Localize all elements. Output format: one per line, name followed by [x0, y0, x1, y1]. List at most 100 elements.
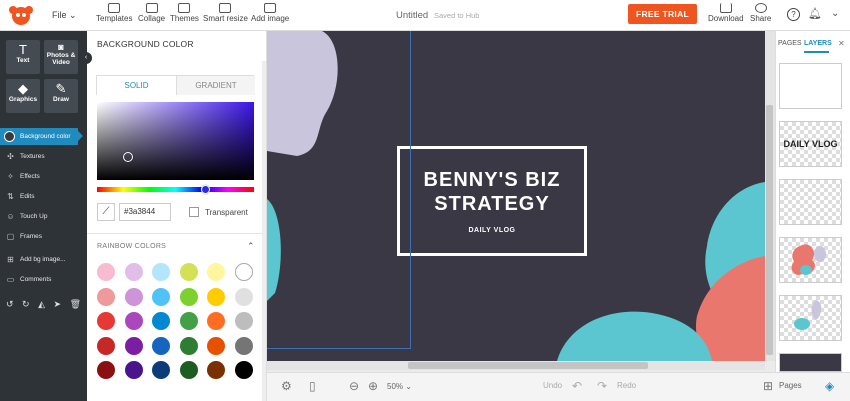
color-swatch[interactable] [234, 336, 253, 355]
file-menu[interactable]: File ⌄ [52, 10, 77, 21]
sidebar-item-comments[interactable]: ▭ Comments [0, 271, 87, 288]
collage-button[interactable]: Collage [138, 3, 165, 23]
mobile-view-icon[interactable]: ▯ [309, 379, 316, 393]
layer-thumb-text[interactable]: DAILY VLOG [779, 121, 842, 167]
horizontal-scroll-thumb[interactable] [408, 362, 648, 369]
close-icon[interactable]: ✕ [838, 39, 845, 48]
color-swatch[interactable] [97, 263, 115, 281]
zoom-level[interactable]: 50% ⌄ [387, 382, 412, 391]
help-icon[interactable]: ? [787, 8, 800, 21]
sidebar-item-background-color[interactable]: Background color [0, 128, 83, 145]
tab-layers[interactable]: LAYERS [804, 40, 832, 47]
collapse-panel-icon[interactable]: ‹ [80, 52, 92, 64]
app-logo-icon[interactable] [7, 4, 35, 26]
hex-color-input[interactable]: #3a3844 [119, 203, 171, 221]
color-swatch[interactable] [124, 361, 143, 379]
sidebar-item-edits[interactable]: ⇅ Edits [0, 188, 87, 205]
saturation-knob[interactable] [123, 152, 133, 162]
sidebar-item-touch-up[interactable]: ☺ Touch Up [0, 208, 87, 225]
graphics-tool-button[interactable]: ◆ Graphics [6, 79, 40, 113]
color-swatch[interactable] [234, 263, 253, 281]
layer-thumb-frame[interactable] [779, 179, 842, 225]
user-menu-chevron-icon[interactable]: ⌄ [831, 8, 839, 19]
tab-gradient[interactable]: GRADIENT [176, 76, 255, 95]
photos-video-tool-button[interactable]: ◙ Photos & Video [44, 40, 78, 74]
sidebar-item-effects[interactable]: ✧ Effects [0, 168, 87, 185]
saturation-picker[interactable] [97, 102, 254, 180]
hue-slider[interactable] [97, 187, 254, 192]
send-icon[interactable]: ➤ [54, 299, 62, 311]
rotate-left-icon[interactable]: ↺ [6, 299, 14, 311]
color-swatch[interactable] [179, 263, 198, 281]
chevron-up-icon[interactable]: ⌃ [247, 241, 255, 252]
color-swatch[interactable] [234, 312, 253, 330]
zoom-in-icon[interactable]: ⊕ [368, 379, 378, 393]
color-swatch[interactable] [152, 361, 170, 379]
color-swatch[interactable] [207, 263, 225, 281]
pages-button[interactable]: Pages [779, 381, 802, 390]
download-button[interactable]: Download [708, 3, 744, 23]
color-swatch[interactable] [97, 361, 115, 379]
free-trial-button[interactable]: FREE TRIAL [628, 4, 697, 24]
color-swatch[interactable] [207, 361, 225, 379]
color-swatch[interactable] [152, 312, 170, 330]
undo-icon[interactable]: ↶ [572, 379, 582, 393]
pages-icon[interactable]: ⊞ [763, 379, 773, 393]
color-swatch[interactable] [179, 336, 198, 355]
hue-knob[interactable] [201, 185, 210, 194]
color-swatch[interactable] [179, 287, 198, 306]
color-swatch[interactable] [152, 263, 170, 281]
color-swatch[interactable] [97, 312, 115, 330]
draw-tool-button[interactable]: ✎ Draw [44, 79, 78, 113]
flip-icon[interactable]: ◭ [38, 299, 45, 311]
layer-thumb-blob-2[interactable] [779, 295, 842, 341]
share-button[interactable]: Share [750, 3, 771, 23]
zoom-out-icon[interactable]: ⊖ [349, 379, 359, 393]
color-swatch[interactable] [124, 336, 143, 355]
sidebar-item-textures[interactable]: ✣ Textures [0, 148, 87, 165]
tab-pages[interactable]: PAGES [778, 40, 802, 47]
layers-icon[interactable]: ◈ [825, 379, 834, 393]
title-line-2[interactable]: STRATEGY [400, 193, 584, 216]
color-swatch[interactable] [152, 287, 170, 306]
redo-button[interactable]: Redo [617, 381, 636, 390]
layer-thumb-blob-1[interactable] [779, 237, 842, 283]
layer-thumb-background-color[interactable] [779, 353, 842, 372]
color-swatch[interactable] [124, 312, 143, 330]
redo-icon[interactable]: ↷ [597, 379, 607, 393]
color-swatch[interactable] [124, 287, 143, 306]
color-swatch[interactable] [152, 336, 170, 355]
trash-icon[interactable]: 🗑︎ [70, 299, 81, 311]
rotate-right-icon[interactable]: ↻ [22, 299, 30, 311]
templates-button[interactable]: Templates [96, 3, 132, 23]
eyedropper-icon[interactable]: ⟋ [97, 203, 115, 221]
color-swatch[interactable] [234, 287, 253, 306]
add-image-button[interactable]: Add image [251, 3, 289, 23]
smart-resize-button[interactable]: Smart resize [203, 3, 248, 23]
subtitle[interactable]: DAILY VLOG [400, 227, 584, 234]
color-swatch[interactable] [124, 263, 143, 281]
transparent-checkbox[interactable] [189, 207, 199, 217]
color-swatch[interactable] [97, 336, 115, 355]
title-frame[interactable]: BENNY'S BIZ STRATEGY DAILY VLOG [397, 146, 587, 256]
sidebar-item-frames[interactable]: ▢ Frames [0, 228, 87, 245]
color-swatch[interactable] [234, 361, 253, 379]
tab-solid[interactable]: SOLID [97, 76, 176, 95]
color-swatch[interactable] [97, 287, 115, 306]
color-swatch[interactable] [179, 361, 198, 379]
color-swatch[interactable] [207, 287, 225, 306]
color-swatch[interactable] [207, 312, 225, 330]
themes-button[interactable]: Themes [170, 3, 199, 23]
color-swatch[interactable] [179, 312, 198, 330]
bell-icon[interactable]: 🔔︎ [808, 7, 822, 20]
sidebar-item-add-bg-image[interactable]: ⊞ Add bg image... [0, 251, 87, 268]
document-title[interactable]: Untitled [396, 10, 428, 21]
vertical-scroll-thumb[interactable] [766, 105, 773, 355]
undo-button[interactable]: Undo [543, 381, 562, 390]
settings-gear-icon[interactable]: ⚙ [281, 379, 292, 393]
text-tool-button[interactable]: T Text [6, 40, 40, 74]
layer-thumb-background[interactable] [779, 63, 842, 109]
panel-scrollbar[interactable] [262, 61, 266, 401]
title-line-1[interactable]: BENNY'S BIZ [400, 169, 584, 192]
color-swatch[interactable] [207, 336, 225, 355]
